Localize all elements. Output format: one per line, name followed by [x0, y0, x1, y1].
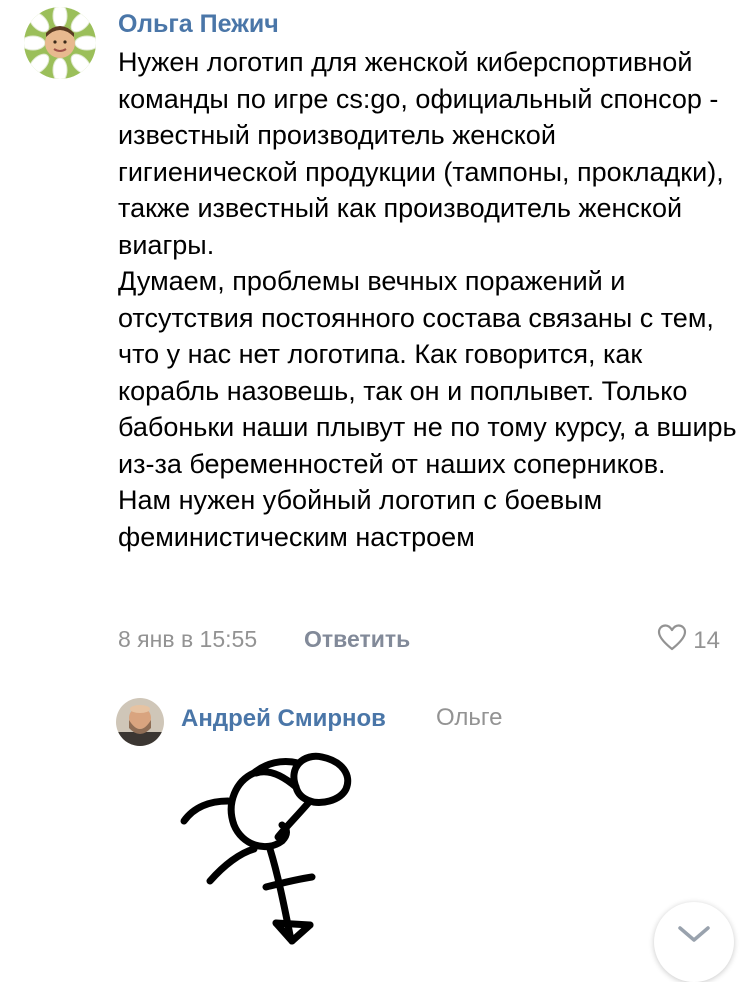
comment-text: Нужен логотип для женской киберспортивно… [118, 44, 738, 555]
reply-drawing [170, 745, 370, 970]
avatar-andrey[interactable] [116, 698, 164, 746]
reply-button[interactable]: Ответить [304, 626, 410, 653]
heart-outline-icon [657, 624, 687, 658]
comment-timestamp: 8 янв в 15:55 [118, 626, 258, 652]
reply-addressee[interactable]: Ольге [436, 704, 502, 732]
scroll-down-button[interactable] [654, 902, 734, 982]
chevron-down-icon [677, 924, 711, 949]
reply-author[interactable]: Андрей Смирнов [181, 705, 386, 733]
avatar-olga[interactable] [24, 7, 96, 79]
comment-paragraph: Нужен логотип для женской киберспортивно… [118, 47, 724, 260]
comment-paragraph: Нам нужен убойный логотип с боевым фемин… [118, 485, 603, 552]
like-count: 14 [693, 627, 720, 654]
comment-paragraph: Думаем, проблемы вечных поражений и отсу… [118, 266, 737, 479]
comment-author[interactable]: Ольга Пежич [118, 10, 279, 39]
like-button[interactable]: 14 [657, 624, 720, 658]
